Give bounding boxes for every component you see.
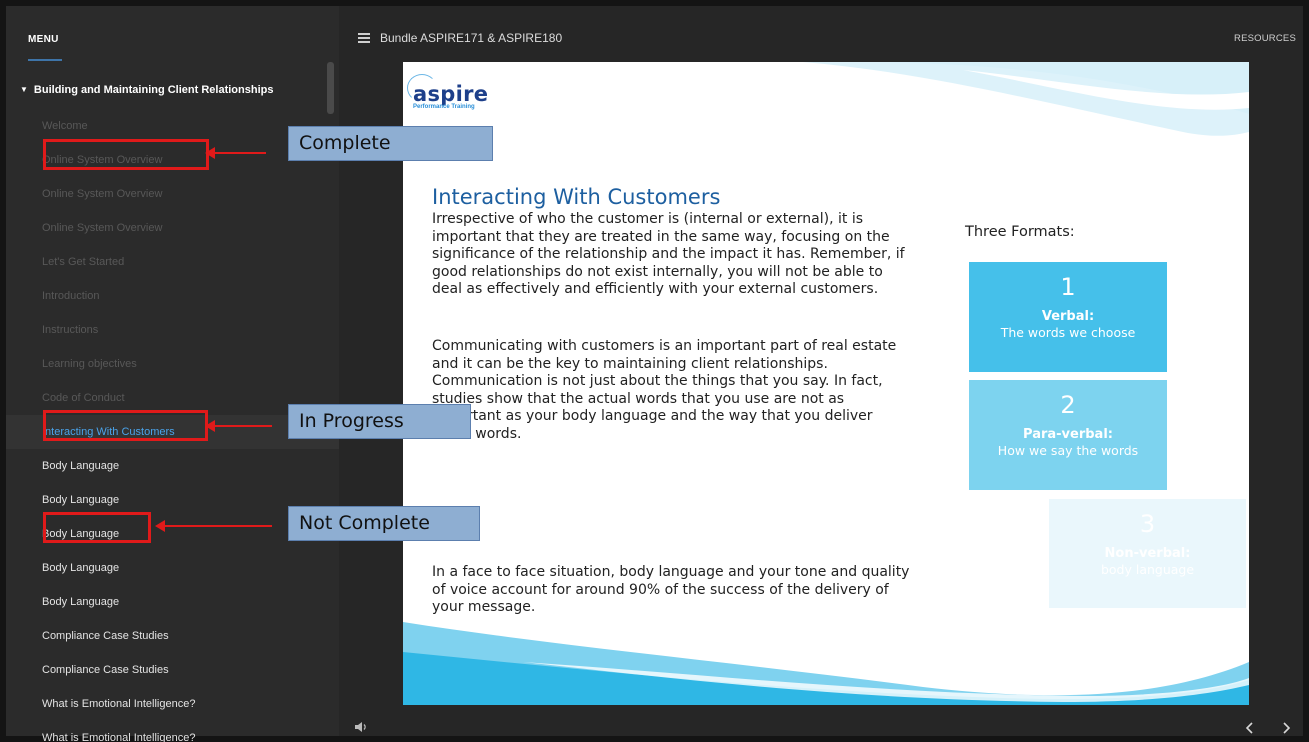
sidebar-item[interactable]: Compliance Case Studies	[6, 653, 339, 687]
sidebar-item[interactable]: Body Language	[6, 585, 339, 619]
sidebar-item-label: What is Emotional Intelligence?	[42, 698, 196, 710]
sidebar-item[interactable]: Compliance Case Studies	[6, 619, 339, 653]
sidebar-item-label: Compliance Case Studies	[42, 630, 169, 642]
annotation-highlight-not-complete	[43, 512, 151, 543]
chevron-right-icon[interactable]	[1281, 722, 1291, 734]
sidebar-item[interactable]: Instructions	[6, 313, 339, 347]
callout-complete: Complete	[288, 126, 493, 161]
sidebar-item-label: Online System Overview	[42, 222, 163, 234]
format-box-nonverbal[interactable]: 3 Non-verbal: body language	[1049, 499, 1246, 608]
slide-paragraph-2: Communicating with customers is an impor…	[432, 338, 897, 442]
formats-label: Three Formats:	[965, 224, 1075, 240]
format-box-verbal[interactable]: 1 Verbal: The words we choose	[969, 262, 1167, 372]
slide-title: Interacting With Customers	[432, 185, 721, 209]
hamburger-menu-icon[interactable]	[358, 33, 370, 43]
sidebar-scrollbar[interactable]	[327, 62, 334, 114]
callout-not-complete: Not Complete	[288, 506, 480, 541]
slide-paragraph-1: Irrespective of who the customer is (int…	[432, 211, 905, 298]
sidebar-item[interactable]: Body Language	[6, 449, 339, 483]
sidebar-item-label: Instructions	[42, 324, 99, 336]
sidebar-menu: MENU ▼ Building and Maintaining Client Re…	[6, 6, 339, 742]
sidebar-item-label: Body Language	[42, 460, 120, 472]
slide-paragraph-3: In a face to face situation, body langua…	[432, 564, 910, 616]
sidebar-item[interactable]: What is Emotional Intelligence?	[6, 721, 339, 742]
sidebar-item-label: Welcome	[42, 120, 88, 132]
sidebar-item[interactable]: Online System Overview	[6, 177, 339, 211]
chevron-left-icon[interactable]	[1245, 722, 1255, 734]
sidebar-item-label: Introduction	[42, 290, 100, 302]
sidebar-item[interactable]: What is Emotional Intelligence?	[6, 687, 339, 721]
callout-in-progress: In Progress	[288, 404, 471, 439]
sidebar-item-label: Let's Get Started	[42, 256, 125, 268]
app-window: MENU ▼ Building and Maintaining Client Re…	[0, 0, 1309, 742]
arrow-left-icon	[205, 420, 272, 432]
sidebar-item[interactable]: Learning objectives	[6, 347, 339, 381]
format-desc: How we say the words	[997, 443, 1139, 458]
caret-down-icon: ▼	[20, 85, 28, 94]
section-title: Building and Maintaining Client Relation…	[33, 84, 274, 96]
sidebar-item-label: Body Language	[42, 494, 120, 506]
sidebar-item-label: Online System Overview	[42, 188, 163, 200]
sidebar-item[interactable]: Introduction	[6, 279, 339, 313]
arrow-left-icon	[205, 147, 266, 159]
resources-button[interactable]: RESOURCES	[1234, 33, 1296, 44]
sidebar-item-label: Compliance Case Studies	[42, 664, 169, 676]
sidebar-item[interactable]: Body Language	[6, 551, 339, 585]
menu-title: MENU	[28, 34, 59, 45]
arrow-left-icon	[155, 520, 272, 532]
annotation-highlight-complete	[43, 139, 209, 170]
sidebar-item[interactable]: Online System Overview	[6, 211, 339, 245]
format-desc: The words we choose	[1000, 325, 1136, 340]
sidebar-item-label: What is Emotional Intelligence?	[42, 732, 196, 742]
format-name: Non-verbal:	[1104, 546, 1191, 561]
format-number: 3	[1139, 510, 1156, 538]
sidebar-item-label: Code of Conduct	[42, 392, 125, 404]
format-desc: body language	[1100, 562, 1195, 577]
format-number: 1	[1060, 273, 1076, 301]
volume-icon[interactable]	[354, 721, 368, 733]
annotation-highlight-in-progress	[43, 410, 208, 441]
sidebar-item[interactable]: Let's Get Started	[6, 245, 339, 279]
sidebar-item-label: Body Language	[42, 596, 120, 608]
aspire-logo: aspire Performance Training	[407, 74, 488, 110]
menu-underline	[28, 59, 62, 61]
logo-ring-icon	[407, 74, 437, 102]
section-header[interactable]: ▼ Building and Maintaining Client Relatio…	[20, 84, 273, 96]
sidebar-item-label: Learning objectives	[42, 358, 137, 370]
sidebar-item-label: Body Language	[42, 562, 120, 574]
format-name: Verbal:	[1041, 309, 1095, 324]
slide-content: aspire Performance Training Interacting …	[403, 62, 1249, 705]
course-title: Bundle ASPIRE171 & ASPIRE180	[380, 31, 563, 45]
format-box-paraverbal[interactable]: 2 Para-verbal: How we say the words	[969, 380, 1167, 490]
format-number: 2	[1060, 391, 1076, 419]
format-name: Para-verbal:	[1023, 427, 1113, 442]
